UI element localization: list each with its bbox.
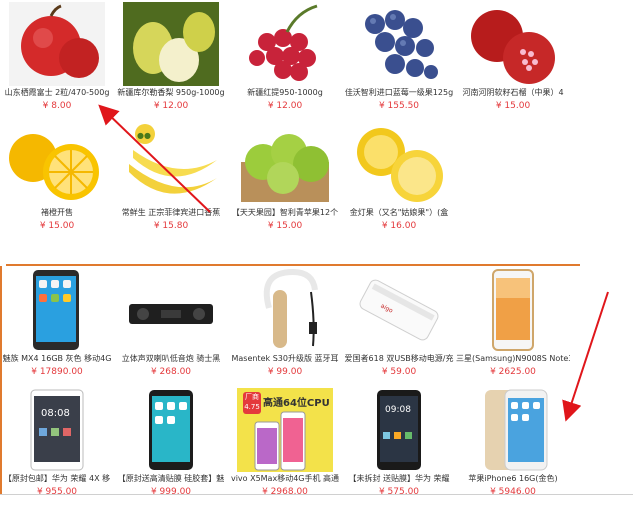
annotation-arrows: [98, 104, 609, 422]
annotation-arrow: [98, 104, 211, 213]
annotation-arrow: [562, 291, 609, 422]
